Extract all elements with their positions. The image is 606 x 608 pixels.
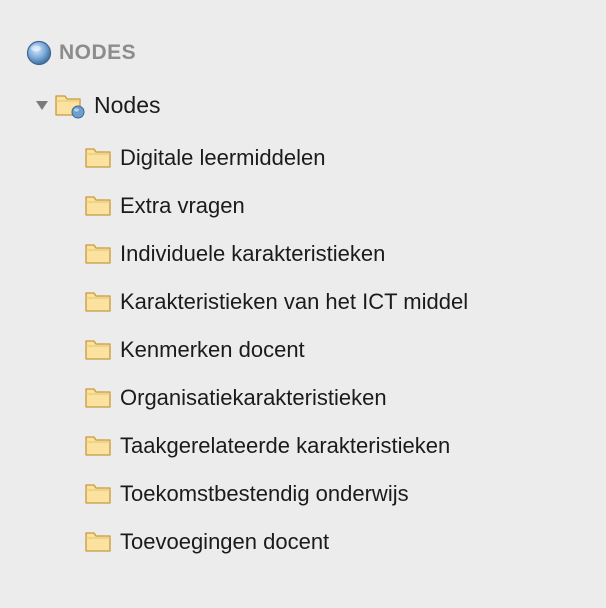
tree-item-digitale-leermiddelen[interactable]: Digitale leermiddelen	[84, 134, 468, 182]
folder-icon	[84, 242, 112, 266]
tree-item-label: Kenmerken docent	[120, 337, 305, 362]
tree-item-extra-vragen[interactable]: Extra vragen	[84, 182, 468, 230]
tree-item-label: Extra vragen	[120, 193, 245, 218]
node-list: Digitale leermiddelen Extra vragen Indiv…	[84, 134, 468, 566]
tree-item-kenmerken-docent[interactable]: Kenmerken docent	[84, 326, 468, 374]
tree-item-label: Organisatiekarakteristieken	[120, 385, 387, 410]
tree-item-taakgerelateerde-karakteristieken[interactable]: Taakgerelateerde karakteristieken	[84, 422, 468, 470]
tree-item-label: Individuele karakteristieken	[120, 241, 386, 266]
tree-item-toekomstbestendig-onderwijs[interactable]: Toekomstbestendig onderwijs	[84, 470, 468, 518]
folder-icon	[84, 386, 112, 410]
tree-item-toevoegingen-docent[interactable]: Toevoegingen docent	[84, 518, 468, 566]
section-header-nodes[interactable]: NODES	[26, 36, 136, 70]
disclosure-triangle-icon[interactable]	[34, 98, 50, 112]
tree-item-karakteristieken-ict-middel[interactable]: Karakteristieken van het ICT middel	[84, 278, 468, 326]
folder-icon	[84, 194, 112, 218]
folder-icon	[84, 530, 112, 554]
tree-item-label: Taakgerelateerde karakteristieken	[120, 433, 451, 458]
tree-item-label: Toevoegingen docent	[120, 529, 330, 554]
folder-icon	[84, 338, 112, 362]
tree-item-individuele-karakteristieken[interactable]: Individuele karakteristieken	[84, 230, 468, 278]
tree-item-label: Digitale leermiddelen	[120, 145, 326, 170]
sphere-icon	[26, 40, 52, 66]
folder-icon	[84, 434, 112, 458]
folder-icon	[84, 482, 112, 506]
navigation-sidebar: NODES Nodes Digitale leermiddelen Extra …	[0, 0, 606, 608]
folder-icon	[84, 146, 112, 170]
tree-item-label: Nodes	[94, 91, 161, 118]
tree-item-label: Toekomstbestendig onderwijs	[120, 481, 409, 506]
folder-icon	[84, 290, 112, 314]
tree-item-nodes-root[interactable]: Nodes	[34, 88, 160, 122]
node-folder-icon	[54, 91, 86, 119]
section-title: NODES	[59, 41, 137, 64]
tree-item-organisatiekarakteristieken[interactable]: Organisatiekarakteristieken	[84, 374, 468, 422]
tree-item-label: Karakteristieken van het ICT middel	[120, 289, 469, 314]
